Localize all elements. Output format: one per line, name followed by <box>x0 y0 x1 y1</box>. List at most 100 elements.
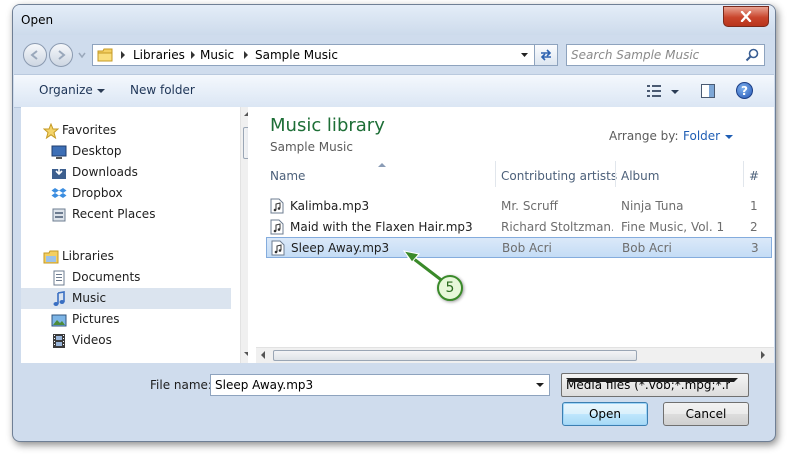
close-button[interactable] <box>723 6 769 27</box>
nav-item-label: Videos <box>72 333 112 347</box>
search-icon[interactable] <box>745 48 759 62</box>
file-list-horizontal-scrollbar[interactable] <box>256 347 774 363</box>
documents-icon <box>53 270 65 286</box>
breadcrumb-libraries[interactable]: Libraries <box>133 48 185 62</box>
address-row: Libraries Music Sample Music <box>13 35 775 67</box>
pictures-icon <box>51 314 67 327</box>
nav-item-recent-places[interactable]: Recent Places <box>21 204 231 225</box>
view-options-chevron-icon[interactable] <box>671 90 679 94</box>
nav-item-desktop[interactable]: Desktop <box>21 141 231 162</box>
file-row[interactable]: Kalimba.mp3 Mr. Scruff Ninja Tuna 1 <box>266 196 772 217</box>
forward-button[interactable] <box>49 43 73 67</box>
audio-file-icon <box>271 240 285 256</box>
file-artist: Bob Acri <box>502 241 552 255</box>
nav-item-documents[interactable]: Documents <box>21 267 231 288</box>
nav-item-dropbox[interactable]: Dropbox <box>21 183 231 204</box>
column-header-name[interactable]: Name <box>270 169 305 183</box>
file-name-combobox[interactable] <box>210 374 550 396</box>
file-name: Maid with the Flaxen Hair.mp3 <box>290 220 473 234</box>
close-icon <box>740 11 752 22</box>
file-list-pane: Music library Sample Music Arrange by: F… <box>248 107 774 363</box>
back-button[interactable] <box>23 43 47 67</box>
file-artist: Mr. Scruff <box>501 199 558 213</box>
file-name: Kalimba.mp3 <box>290 199 370 213</box>
forward-arrow-icon <box>58 50 66 60</box>
library-title: Music library <box>270 115 385 136</box>
file-track-number: 1 <box>750 199 758 213</box>
step-number-badge: 5 <box>437 275 463 301</box>
search-input[interactable] <box>571 47 736 63</box>
column-header-artist[interactable]: Contributing artists <box>501 169 617 183</box>
back-arrow-icon <box>30 50 38 60</box>
nav-item-label: Dropbox <box>72 186 123 200</box>
open-dialog: Open Libraries Music Sample Music Search… <box>12 4 776 442</box>
navigation-pane: Favorites Desktop Downloads Dropbox Rece… <box>21 107 256 363</box>
command-bar: Organize New folder ? <box>14 74 774 108</box>
chevron-down-icon <box>96 88 105 93</box>
scroll-right-icon[interactable] <box>761 351 765 359</box>
help-icon[interactable]: ? <box>736 82 753 99</box>
dialog-footer: File name: Media files (*.vob;*.mpg;*.mp… <box>13 363 775 441</box>
file-row-selected[interactable]: Sleep Away.mp3 Bob Acri Bob Acri 3 <box>266 237 772 258</box>
nav-libraries[interactable]: Libraries <box>21 246 231 267</box>
open-button[interactable]: Open <box>562 402 648 426</box>
address-bar[interactable]: Libraries Music Sample Music <box>92 44 558 66</box>
nav-item-label: Music <box>72 291 107 305</box>
desktop-icon <box>51 145 67 159</box>
nav-item-pictures[interactable]: Pictures <box>21 309 231 330</box>
column-header-album[interactable]: Album <box>621 169 659 183</box>
nav-item-label: Downloads <box>72 165 138 179</box>
recent-pages-dropdown[interactable] <box>77 50 87 60</box>
preview-pane-icon[interactable] <box>700 83 716 99</box>
search-box[interactable] <box>566 44 765 66</box>
change-view-icon[interactable] <box>646 84 662 98</box>
file-artist: Richard Stoltzman... <box>501 220 613 234</box>
address-dropdown-icon[interactable] <box>520 51 529 59</box>
window-title: Open <box>21 13 54 27</box>
chevron-down-icon <box>566 378 738 382</box>
breadcrumb-sample-music[interactable]: Sample Music <box>255 48 338 62</box>
column-divider[interactable] <box>615 161 616 187</box>
nav-item-label: Pictures <box>72 312 120 326</box>
organize-button[interactable]: Organize <box>39 83 105 97</box>
nav-favorites[interactable]: Favorites <box>21 120 231 141</box>
refresh-button[interactable] <box>534 44 558 66</box>
file-album: Ninja Tuna <box>621 199 684 213</box>
recent-places-icon <box>52 208 66 222</box>
libraries-icon <box>43 250 59 264</box>
music-icon <box>53 291 65 306</box>
breadcrumb-music[interactable]: Music <box>200 48 234 62</box>
column-divider[interactable] <box>743 161 744 187</box>
file-name-input[interactable] <box>215 377 525 393</box>
nav-item-music[interactable]: Music <box>21 288 231 309</box>
file-name-label: File name: <box>150 378 212 392</box>
videos-icon <box>53 334 65 348</box>
column-header-number[interactable]: # <box>749 169 759 183</box>
nav-item-downloads[interactable]: Downloads <box>21 162 231 183</box>
folder-icon <box>97 48 113 62</box>
chevron-down-icon[interactable] <box>536 383 544 387</box>
organize-label: Organize <box>39 83 93 97</box>
nav-item-videos[interactable]: Videos <box>21 330 231 351</box>
arrange-by-dropdown[interactable]: Folder <box>683 129 734 143</box>
star-icon <box>43 123 59 139</box>
nav-item-label: Desktop <box>72 144 122 158</box>
dropbox-icon <box>51 188 67 198</box>
file-name: Sleep Away.mp3 <box>291 241 390 255</box>
chevron-down-icon <box>725 134 734 139</box>
file-type-select[interactable]: Media files (*.vob;*.mpg;*.mpe <box>561 373 749 397</box>
breadcrumb-separator-icon <box>191 51 195 59</box>
nav-item-label: Recent Places <box>72 207 156 221</box>
file-track-number: 3 <box>751 241 759 255</box>
refresh-icon <box>540 49 552 61</box>
new-folder-button[interactable]: New folder <box>130 83 195 97</box>
column-divider[interactable] <box>495 161 496 187</box>
breadcrumb-separator-icon <box>121 51 125 59</box>
cancel-button[interactable]: Cancel <box>663 402 749 426</box>
audio-file-icon <box>270 219 284 235</box>
title-bar: Open <box>13 5 775 35</box>
scroll-left-icon[interactable] <box>261 351 265 359</box>
file-row[interactable]: Maid with the Flaxen Hair.mp3 Richard St… <box>266 217 772 238</box>
scrollbar-thumb[interactable] <box>273 350 637 361</box>
file-track-number: 2 <box>750 220 758 234</box>
